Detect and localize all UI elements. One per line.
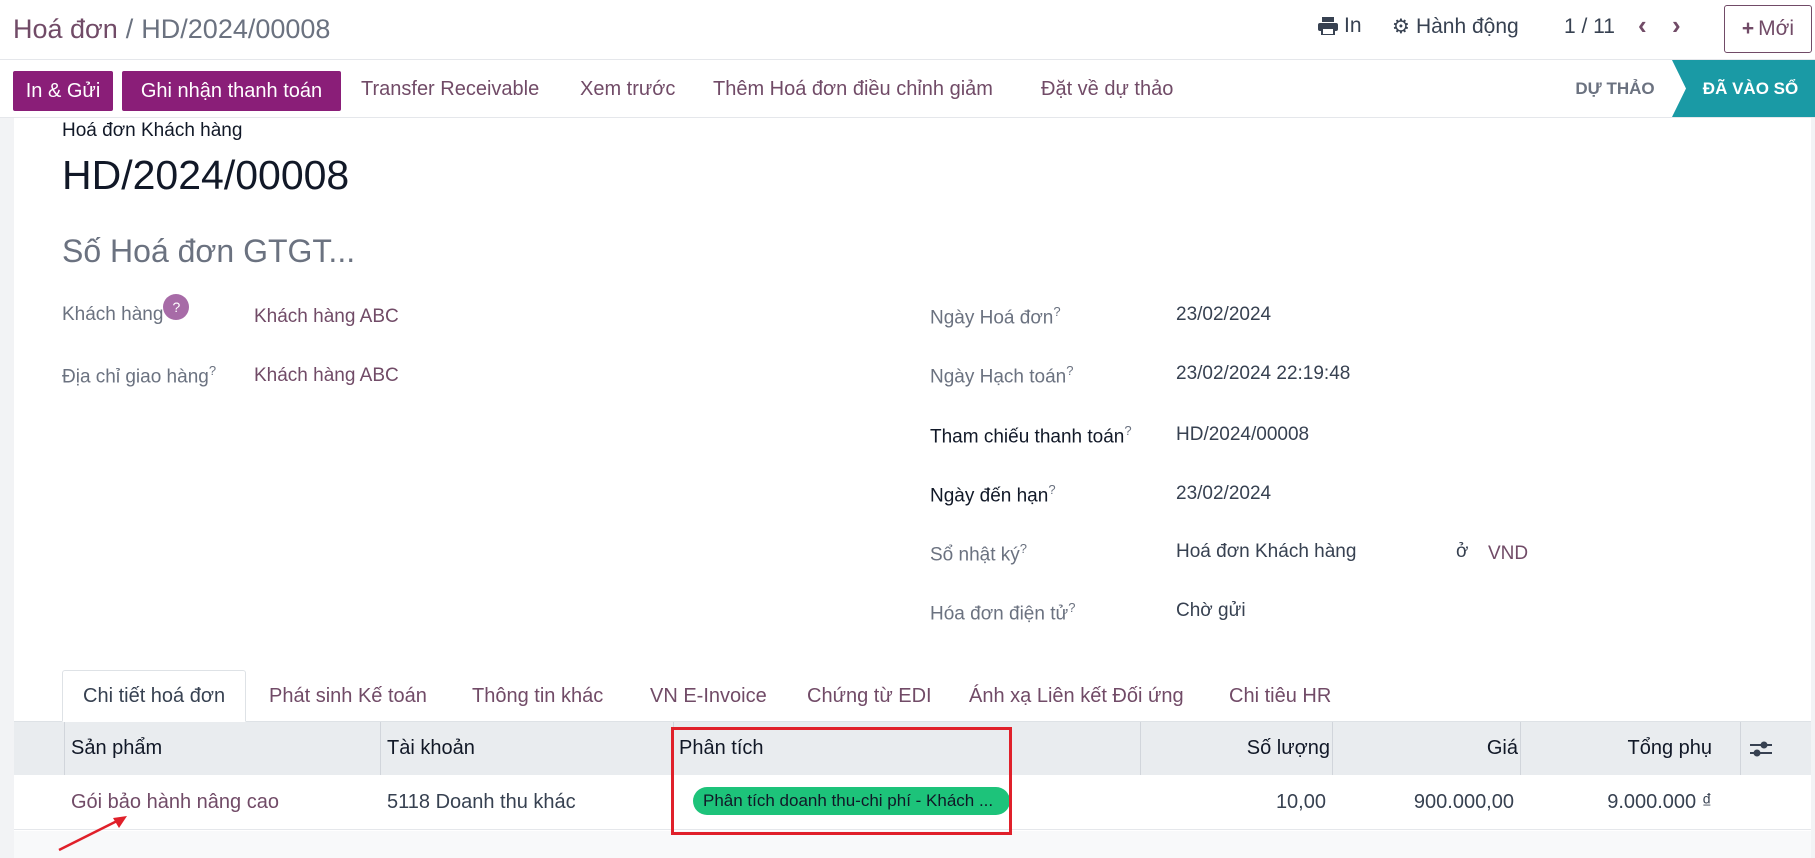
tab-counterpart-mapping[interactable]: Ánh xạ Liên kết Đối ứng: [969, 670, 1184, 722]
preview-button[interactable]: Xem trước: [580, 78, 675, 101]
column-separator: [380, 722, 381, 775]
accounting-date-field[interactable]: 23/02/2024 22:19:48: [1176, 363, 1350, 385]
help-badge-icon[interactable]: ?: [163, 294, 190, 320]
register-payment-button[interactable]: Ghi nhận thanh toán: [122, 71, 341, 111]
optional-columns-icon[interactable]: [1750, 722, 1772, 775]
einvoice-label: Hóa đơn điện tử?: [930, 600, 1075, 625]
table-footer-area: [14, 831, 1811, 858]
new-button[interactable]: + Mới: [1724, 5, 1812, 53]
due-date-label: Ngày đến hạn?: [930, 482, 1056, 507]
column-header-quantity[interactable]: Số lượng: [1144, 722, 1330, 775]
tab-journal-items[interactable]: Phát sinh Kế toán: [269, 670, 427, 722]
customer-field[interactable]: Khách hàng ABC: [254, 306, 399, 328]
line-price[interactable]: 900.000,00: [1336, 775, 1514, 830]
accounting-date-label-text: Ngày Hạch toán: [930, 366, 1067, 388]
help-icon[interactable]: ?: [1068, 600, 1075, 615]
invoice-date-label-text: Ngày Hoá đơn: [930, 307, 1054, 329]
document-type: Hoá đơn Khách hàng: [62, 120, 243, 141]
analytic-highlight-box: [671, 727, 1012, 835]
column-separator: [64, 722, 65, 775]
action-menu-button[interactable]: ⚙ Hành động: [1392, 14, 1519, 39]
control-panel: Hoá đơn / HD/2024/00008 In ⚙ Hành động 1 /…: [0, 0, 1815, 60]
invoice-date-field[interactable]: 23/02/2024: [1176, 304, 1271, 326]
column-header-product[interactable]: Sản phẩm: [71, 722, 162, 775]
tab-edi-documents[interactable]: Chứng từ EDI: [807, 670, 932, 722]
delivery-address-label-text: Địa chỉ giao hàng: [62, 366, 209, 388]
due-date-field[interactable]: 23/02/2024: [1176, 483, 1271, 505]
transfer-receivable-button[interactable]: Transfer Receivable: [361, 78, 539, 101]
help-icon[interactable]: ?: [1020, 541, 1027, 556]
help-icon[interactable]: ?: [1048, 482, 1055, 497]
column-separator: [1332, 722, 1333, 775]
vat-invoice-number-field[interactable]: Số Hoá đơn GTGT...: [62, 233, 355, 270]
tab-vn-einvoice[interactable]: VN E-Invoice: [650, 670, 767, 722]
breadcrumb-separator: /: [125, 14, 134, 44]
accounting-date-label: Ngày Hạch toán?: [930, 363, 1073, 388]
tab-hr-expenses[interactable]: Chi tiêu HR: [1229, 670, 1331, 722]
einvoice-status-field: Chờ gửi: [1176, 600, 1246, 621]
help-icon[interactable]: ?: [1053, 304, 1060, 319]
delivery-address-label: Địa chỉ giao hàng?: [62, 363, 216, 388]
journal-currency-prefix: ở: [1456, 541, 1469, 562]
payment-reference-label: Tham chiếu thanh toán?: [930, 423, 1132, 448]
status-posted[interactable]: ĐÃ VÀO SỔ: [1672, 60, 1815, 117]
plus-icon: +: [1741, 17, 1755, 40]
column-separator: [1520, 722, 1521, 775]
column-header-account[interactable]: Tài khoản: [387, 722, 475, 775]
add-credit-note-button[interactable]: Thêm Hoá đơn điều chỉnh giảm: [713, 78, 993, 101]
column-separator: [1740, 722, 1741, 775]
journal-field[interactable]: Hoá đơn Khách hàng: [1176, 541, 1356, 563]
delivery-address-field[interactable]: Khách hàng ABC: [254, 365, 399, 387]
action-button-row: In & Gửi Ghi nhận thanh toán Transfer Re…: [0, 60, 1815, 118]
journal-label-text: Sổ nhật ký: [930, 544, 1020, 566]
printer-icon: [1318, 17, 1338, 35]
new-label: Mới: [1758, 17, 1795, 40]
chevron-right-icon[interactable]: ›: [1672, 10, 1681, 41]
einvoice-label-text: Hóa đơn điện tử: [930, 603, 1069, 625]
status-draft[interactable]: DỰ THẢO: [1560, 60, 1670, 117]
gear-icon: ⚙: [1392, 16, 1410, 38]
payment-reference-field[interactable]: HD/2024/00008: [1176, 424, 1309, 446]
help-icon[interactable]: ?: [1124, 423, 1131, 438]
customer-label: Khách hàng?: [62, 294, 190, 326]
help-icon[interactable]: ?: [209, 363, 216, 378]
chevron-left-icon[interactable]: ‹: [1638, 10, 1647, 41]
customer-label-text: Khách hàng: [62, 304, 164, 325]
annotation-arrow-icon: [58, 816, 127, 852]
pager-value[interactable]: 1 / 11: [1564, 15, 1615, 39]
tab-other-info[interactable]: Thông tin khác: [472, 670, 603, 722]
invoice-number: HD/2024/00008: [62, 152, 350, 198]
help-icon[interactable]: ?: [1066, 363, 1073, 378]
tab-invoice-lines[interactable]: Chi tiết hoá đơn: [62, 670, 247, 722]
line-subtotal: 9.000.000 ₫: [1607, 791, 1712, 813]
invoice-date-label: Ngày Hoá đơn?: [930, 304, 1061, 329]
breadcrumb-current: HD/2024/00008: [141, 14, 331, 44]
breadcrumb-invoices-link[interactable]: Hoá đơn: [13, 14, 118, 44]
send-print-button[interactable]: In & Gửi: [13, 71, 113, 111]
column-separator: [1140, 722, 1141, 775]
column-header-price[interactable]: Giá: [1336, 722, 1518, 775]
breadcrumb: Hoá đơn / HD/2024/00008: [13, 12, 330, 46]
currency-field[interactable]: VND: [1488, 543, 1528, 565]
action-label: Hành động: [1415, 14, 1519, 38]
line-quantity[interactable]: 10,00: [1144, 775, 1326, 830]
line-account[interactable]: 5118 Doanh thu khác: [387, 775, 576, 830]
reset-draft-button[interactable]: Đặt về dự thảo: [1041, 78, 1173, 101]
column-header-subtotal[interactable]: Tổng phụ: [1524, 722, 1712, 775]
journal-label: Sổ nhật ký?: [930, 541, 1027, 566]
payment-reference-label-text: Tham chiếu thanh toán: [930, 426, 1125, 448]
print-button[interactable]: In: [1318, 14, 1362, 38]
print-label: In: [1344, 14, 1362, 37]
due-date-label-text: Ngày đến hạn: [930, 485, 1049, 507]
